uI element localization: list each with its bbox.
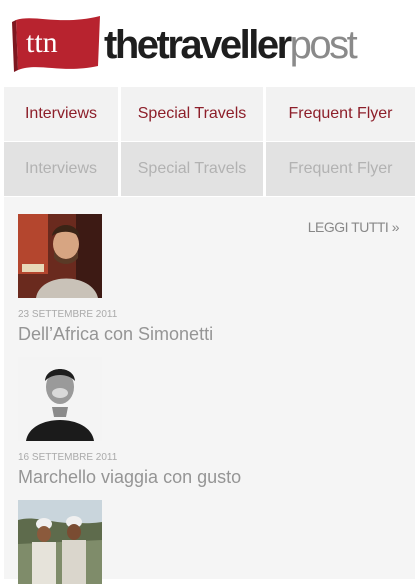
subnav-tab-special-travels[interactable]: Special Travels: [121, 142, 263, 196]
interviews-section: LEGGI TUTTI » 23 SETTEMBRE 2011 Dell’Afr…: [4, 197, 415, 584]
primary-nav: Interviews Special Travels Frequent Flye…: [4, 87, 415, 141]
article-item: [18, 500, 398, 584]
wordmark-part1: thetraveller: [104, 23, 292, 67]
subnav-tab-frequent-flyer[interactable]: Frequent Flyer: [266, 142, 415, 196]
article-date: 16 SETTEMBRE 2011: [18, 452, 118, 463]
site-wordmark[interactable]: thetravellerpost: [104, 21, 358, 69]
wordmark-part2: post: [289, 23, 358, 67]
article-thumbnail[interactable]: [18, 214, 102, 298]
article-thumbnail[interactable]: [18, 357, 102, 441]
site-header: ttn thetravellerpost: [0, 0, 418, 85]
article-date: 23 SETTEMBRE 2011: [18, 309, 118, 320]
article-title[interactable]: Marchello viaggia con gusto: [18, 467, 398, 488]
ttn-flag-logo[interactable]: ttn: [12, 12, 104, 76]
logo-badge-text: ttn: [26, 26, 58, 59]
nav-tab-special-travels[interactable]: Special Travels: [121, 87, 263, 141]
nav-tab-frequent-flyer[interactable]: Frequent Flyer: [266, 87, 415, 141]
secondary-nav: Interviews Special Travels Frequent Flye…: [4, 142, 415, 196]
article-thumbnail[interactable]: [18, 500, 102, 584]
subnav-tab-interviews[interactable]: Interviews: [4, 142, 118, 196]
article-item: 23 SETTEMBRE 2011 Dell’Africa con Simone…: [18, 214, 398, 345]
article-item: 16 SETTEMBRE 2011 Marchello viaggia con …: [18, 357, 398, 488]
nav-tab-interviews[interactable]: Interviews: [4, 87, 118, 141]
article-title[interactable]: Dell’Africa con Simonetti: [18, 324, 398, 345]
